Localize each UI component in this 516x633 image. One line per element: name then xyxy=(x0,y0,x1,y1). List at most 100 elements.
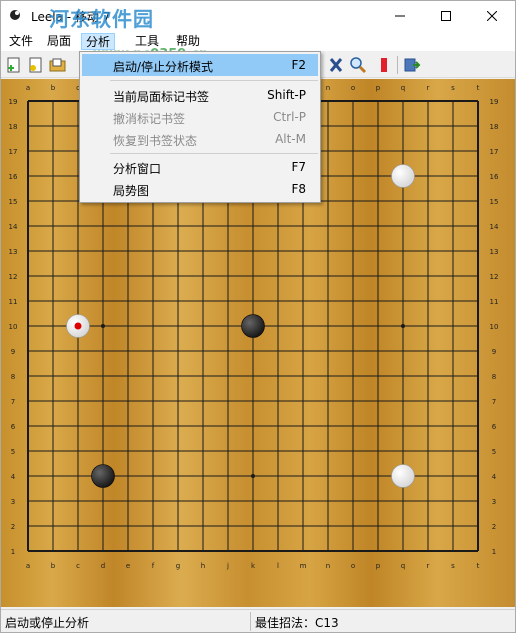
exit-icon[interactable] xyxy=(403,56,421,74)
row-label: 6 xyxy=(492,423,497,431)
title-bar[interactable]: Leela - 移动 7 河东软件园 xyxy=(1,1,515,31)
new-game-icon[interactable] xyxy=(5,56,23,74)
menu-bar: 文件 局面 分析 工具 帮助 xyxy=(1,31,515,51)
column-label: t xyxy=(477,562,480,570)
menu-item-shortcut: F2 xyxy=(291,58,306,72)
star-point xyxy=(101,324,105,328)
column-label: b xyxy=(51,562,56,570)
column-label: e xyxy=(126,562,130,570)
row-label: 19 xyxy=(490,98,499,106)
app-window: Leela - 移动 7 河东软件园 文件 局面 分析 工具 帮助 www.pc… xyxy=(0,0,516,633)
row-label: 18 xyxy=(9,123,18,131)
watermark-logo: 河东软件园 xyxy=(49,7,154,31)
column-label: a xyxy=(26,562,30,570)
menu-item-restore-bookmark: 恢复到书签状态 Alt-M xyxy=(82,128,318,150)
menu-item-analysis-window[interactable]: 分析窗口 F7 xyxy=(82,156,318,178)
row-label: 15 xyxy=(490,198,499,206)
menu-item-shortcut: Shift-P xyxy=(267,88,306,102)
last-move-marker xyxy=(74,322,82,330)
row-label: 17 xyxy=(9,148,18,156)
column-label: k xyxy=(251,562,256,570)
row-label: 10 xyxy=(490,323,499,331)
column-label: a xyxy=(26,84,30,92)
row-label: 9 xyxy=(11,348,15,356)
row-label: 1 xyxy=(492,548,496,556)
black-stone xyxy=(91,464,115,488)
row-label: 16 xyxy=(490,173,499,181)
white-stone xyxy=(391,164,415,188)
star-point xyxy=(251,474,255,478)
app-icon xyxy=(10,10,20,20)
status-message: 启动或停止分析 xyxy=(5,616,90,630)
column-label: n xyxy=(326,562,330,570)
column-label: o xyxy=(351,562,355,570)
row-label: 10 xyxy=(9,323,18,331)
close-button[interactable] xyxy=(469,1,515,31)
row-label: 2 xyxy=(11,523,15,531)
row-label: 9 xyxy=(492,348,496,356)
row-label: 15 xyxy=(9,198,18,206)
row-label: 14 xyxy=(490,223,499,231)
menu-item-label: 分析窗口 xyxy=(113,162,162,176)
menu-position[interactable]: 局面 xyxy=(43,33,75,50)
menu-item-label: 局势图 xyxy=(113,184,150,198)
row-label: 7 xyxy=(492,398,496,406)
menu-item-label: 恢复到书签状态 xyxy=(113,134,198,148)
column-label: p xyxy=(376,84,381,92)
toolbar-separator xyxy=(397,56,398,74)
menu-item-remove-bookmark: 撤消标记书签 Ctrl-P xyxy=(82,106,318,128)
row-label: 4 xyxy=(492,473,497,481)
row-label: 5 xyxy=(11,448,15,456)
open-folder-icon[interactable] xyxy=(49,56,67,74)
menu-item-toggle-analysis[interactable]: 启动/停止分析模式 F2 xyxy=(82,54,318,76)
row-label: 16 xyxy=(9,173,18,181)
row-label: 6 xyxy=(11,423,16,431)
row-label: 13 xyxy=(490,248,499,256)
minimize-icon xyxy=(395,15,405,17)
menu-separator xyxy=(110,153,318,154)
close-icon xyxy=(487,11,497,21)
column-label: s xyxy=(451,84,455,92)
row-label: 4 xyxy=(11,473,16,481)
menu-file[interactable]: 文件 xyxy=(5,33,37,50)
column-label: m xyxy=(300,562,307,570)
menu-item-shortcut: Ctrl-P xyxy=(273,110,306,124)
column-label: n xyxy=(326,84,330,92)
column-label: r xyxy=(427,562,430,570)
menu-item-situation-graph[interactable]: 局势图 F8 xyxy=(82,178,318,200)
row-label: 12 xyxy=(9,273,18,281)
bookmark-icon[interactable] xyxy=(375,56,393,74)
column-label: h xyxy=(201,562,205,570)
menu-item-bookmark-position[interactable]: 当前局面标记书签 Shift-P xyxy=(82,84,318,106)
column-label: r xyxy=(427,84,430,92)
column-label: q xyxy=(401,84,405,92)
row-label: 3 xyxy=(492,498,496,506)
menu-item-shortcut: Alt-M xyxy=(275,132,306,146)
row-label: 12 xyxy=(490,273,499,281)
row-label: 14 xyxy=(9,223,18,231)
black-stone xyxy=(241,314,265,338)
search-icon[interactable] xyxy=(349,56,367,74)
column-label: s xyxy=(451,562,455,570)
status-divider xyxy=(250,612,251,631)
menu-separator xyxy=(110,80,318,81)
row-label: 18 xyxy=(490,123,499,131)
delete-icon[interactable] xyxy=(327,56,345,74)
row-label: 2 xyxy=(492,523,496,531)
menu-item-label: 当前局面标记书签 xyxy=(113,90,210,104)
minimize-button[interactable] xyxy=(377,1,423,31)
column-label: g xyxy=(176,562,180,570)
new-file-icon[interactable] xyxy=(27,56,45,74)
row-label: 17 xyxy=(490,148,499,156)
best-move-status: 最佳招法：C13 xyxy=(255,616,339,630)
column-label: j xyxy=(226,562,229,570)
row-label: 8 xyxy=(492,373,496,381)
row-label: 11 xyxy=(490,298,499,306)
column-label: l xyxy=(277,562,279,570)
row-label: 19 xyxy=(9,98,18,106)
menu-item-label: 启动/停止分析模式 xyxy=(113,60,214,74)
column-label: p xyxy=(376,562,381,570)
row-label: 8 xyxy=(11,373,15,381)
column-label: d xyxy=(101,562,105,570)
maximize-button[interactable] xyxy=(423,1,469,31)
